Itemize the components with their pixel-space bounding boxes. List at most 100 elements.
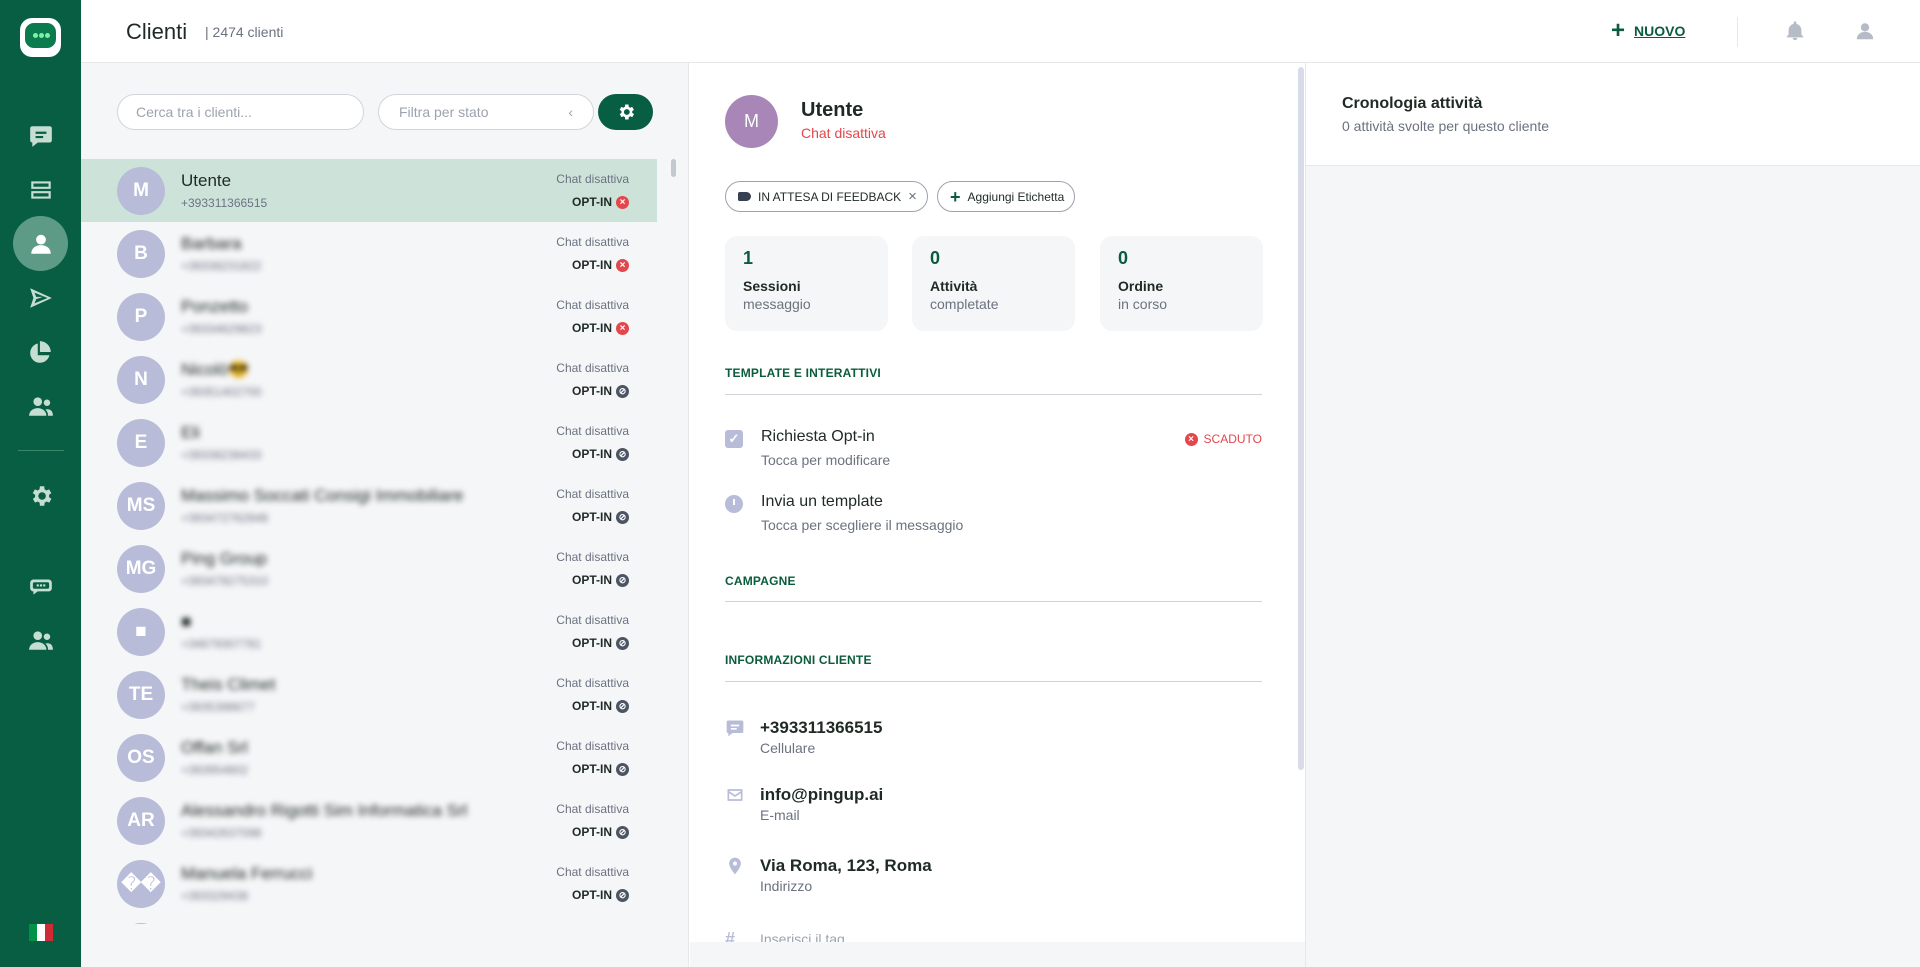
chat-status: Chat disattiva bbox=[556, 487, 629, 501]
optin-error-icon: × bbox=[616, 258, 629, 272]
optin-status: OPT-IN × bbox=[572, 321, 629, 335]
nav-bot-icon[interactable] bbox=[20, 570, 61, 602]
avatar: AR bbox=[117, 797, 165, 845]
send-template-item[interactable]: Invia un template Tocca per scegliere il… bbox=[725, 493, 1262, 537]
logo-dot bbox=[45, 33, 50, 38]
notifications-bell-icon[interactable] bbox=[1782, 18, 1808, 44]
detail-scrollbar[interactable] bbox=[1298, 67, 1304, 770]
client-phone: +39334629823 bbox=[181, 322, 262, 336]
phone-info-row[interactable]: +393311366515 Cellulare bbox=[725, 718, 1262, 760]
nav-inbox-icon[interactable] bbox=[20, 174, 61, 206]
client-name-heading: Utente bbox=[801, 99, 864, 121]
section-info-title: INFORMAZIONI CLIENTE bbox=[725, 653, 872, 667]
client-phone: +393954802 bbox=[181, 763, 249, 777]
activity-subtitle: 0 attività svolte per questo cliente bbox=[1342, 118, 1550, 134]
section-campaigns-title: CAMPAGNE bbox=[725, 574, 796, 588]
client-row[interactable]: AR Alessandro Rigotti Sim Informatica Sr… bbox=[81, 789, 657, 852]
optin-status: OPT-IN ⊘ bbox=[572, 825, 629, 839]
app-logo[interactable] bbox=[20, 18, 61, 57]
optin-label: OPT-IN bbox=[571, 321, 612, 335]
nav-users-icon[interactable] bbox=[20, 624, 61, 656]
avatar: MS bbox=[117, 482, 165, 530]
stat-sublabel: messaggio bbox=[743, 296, 811, 312]
client-name: Ping Group bbox=[181, 549, 267, 568]
search-input[interactable] bbox=[117, 94, 364, 130]
stat-label: Ordine bbox=[1118, 278, 1164, 294]
filter-placeholder: Filtra per stato bbox=[399, 104, 489, 120]
client-list-panel: Filtra per stato ‹ M Utente +39331136651… bbox=[81, 63, 689, 967]
chat-status: Chat disattiva bbox=[556, 739, 629, 753]
client-name: Theis Climet bbox=[181, 675, 276, 694]
avatar bbox=[117, 923, 165, 924]
chat-status: Chat disattiva bbox=[556, 298, 629, 312]
nav-send-icon[interactable] bbox=[20, 282, 61, 314]
section-templates-title: TEMPLATE E INTERATTIVI bbox=[725, 366, 881, 380]
chat-status: Chat disattiva bbox=[556, 613, 629, 627]
activity-history-panel: Cronologia attività 0 attività svolte pe… bbox=[1305, 63, 1920, 967]
optin-blocked-icon: ⊘ bbox=[616, 636, 629, 650]
client-row[interactable] bbox=[81, 915, 657, 924]
optin-label: OPT-IN bbox=[571, 825, 612, 839]
phone-label: Cellulare bbox=[760, 740, 816, 756]
client-row[interactable]: �� Manuela Ferrucci +393329438 Chat disa… bbox=[81, 852, 657, 915]
client-row[interactable]: MG Ping Group +393478275310 Chat disatti… bbox=[81, 537, 657, 600]
optin-blocked-icon: ⊘ bbox=[616, 699, 629, 713]
location-pin-icon bbox=[725, 856, 745, 876]
nav-team-icon[interactable] bbox=[20, 390, 61, 422]
add-tag-button[interactable]: + Aggiungi Etichetta bbox=[937, 181, 1076, 212]
avatar: �� bbox=[117, 860, 165, 908]
list-scrollbar[interactable] bbox=[671, 159, 676, 177]
optin-label: OPT-IN bbox=[571, 573, 612, 587]
remove-tag-icon[interactable]: × bbox=[908, 188, 917, 205]
list-settings-button[interactable] bbox=[598, 94, 653, 130]
client-list[interactable]: M Utente +393311366515 Chat disattiva OP… bbox=[81, 159, 657, 924]
client-row[interactable]: M Utente +393311366515 Chat disattiva OP… bbox=[81, 159, 657, 222]
client-name: Manuela Ferrucci bbox=[181, 864, 313, 883]
client-row[interactable]: OS Offan Srl +393954802 Chat disattiva O… bbox=[81, 726, 657, 789]
stat-label: Attività bbox=[930, 278, 978, 294]
client-row[interactable]: ■ ■ +34679307781 Chat disattiva OPT-IN ⊘ bbox=[81, 600, 657, 663]
client-avatar: M bbox=[725, 95, 778, 148]
stat-label: Sessioni bbox=[743, 278, 801, 294]
email-info-row[interactable]: info@pingup.ai E-mail bbox=[725, 785, 1262, 827]
avatar: TE bbox=[117, 671, 165, 719]
optin-title: Richiesta Opt-in bbox=[761, 428, 875, 445]
clock-icon bbox=[725, 495, 743, 513]
client-row[interactable]: TE Theis Climet +3935398677 Chat disatti… bbox=[81, 663, 657, 726]
client-row[interactable]: MS Massimo Soccati Consigi Immobiliare +… bbox=[81, 474, 657, 537]
language-flag-icon[interactable] bbox=[29, 924, 53, 941]
stat-card-sessions: 1 Sessioni messaggio bbox=[725, 236, 888, 331]
tag-chip[interactable]: IN ATTESA DI FEEDBACK × bbox=[725, 181, 928, 212]
new-client-button[interactable]: + NUOVO bbox=[1611, 18, 1685, 44]
optin-label: OPT-IN bbox=[571, 384, 612, 398]
client-row[interactable]: P Ponzetto +39334629823 Chat disattiva O… bbox=[81, 285, 657, 348]
activity-header: Cronologia attività 0 attività svolte pe… bbox=[1306, 63, 1920, 166]
nav-analytics-icon[interactable] bbox=[20, 336, 61, 368]
avatar: OS bbox=[117, 734, 165, 782]
optin-error-icon: × bbox=[616, 321, 629, 335]
client-row[interactable]: N Nicolò😎 +39351402700 Chat disattiva OP… bbox=[81, 348, 657, 411]
checkbox-icon: ✓ bbox=[725, 430, 743, 448]
client-row[interactable]: E Eli +39338238433 Chat disattiva OPT-IN… bbox=[81, 411, 657, 474]
optin-blocked-icon: ⊘ bbox=[616, 447, 629, 461]
nav-chat-icon[interactable] bbox=[20, 120, 61, 152]
client-phone: +3935398677 bbox=[181, 700, 255, 714]
nav-contacts-icon[interactable] bbox=[13, 216, 68, 271]
optin-status: OPT-IN ⊘ bbox=[572, 384, 629, 398]
client-name: Alessandro Rigotti Sim Informatica Srl bbox=[181, 801, 468, 820]
status-filter-select[interactable]: Filtra per stato ‹ bbox=[378, 94, 594, 130]
client-phone: +393478275310 bbox=[181, 574, 269, 588]
expired-badge: × SCADUTO bbox=[1184, 432, 1262, 446]
user-profile-icon[interactable] bbox=[1852, 18, 1878, 44]
plus-icon: + bbox=[1611, 17, 1626, 44]
client-row[interactable]: B Barbara +39338231822 Chat disattiva OP… bbox=[81, 222, 657, 285]
address-info-row[interactable]: Via Roma, 123, Roma Indirizzo bbox=[725, 856, 1262, 898]
tag-label: IN ATTESA DI FEEDBACK bbox=[758, 189, 902, 204]
chat-status: Chat disattiva bbox=[556, 361, 629, 375]
optin-status: OPT-IN × bbox=[572, 258, 629, 272]
chevron-left-icon: ‹ bbox=[568, 104, 573, 120]
client-name: Ponzetto bbox=[181, 297, 249, 316]
stat-value: 1 bbox=[743, 248, 754, 268]
optin-request-item[interactable]: ✓ Richiesta Opt-in Tocca per modificare … bbox=[725, 428, 1262, 472]
nav-settings-icon[interactable] bbox=[20, 480, 61, 512]
